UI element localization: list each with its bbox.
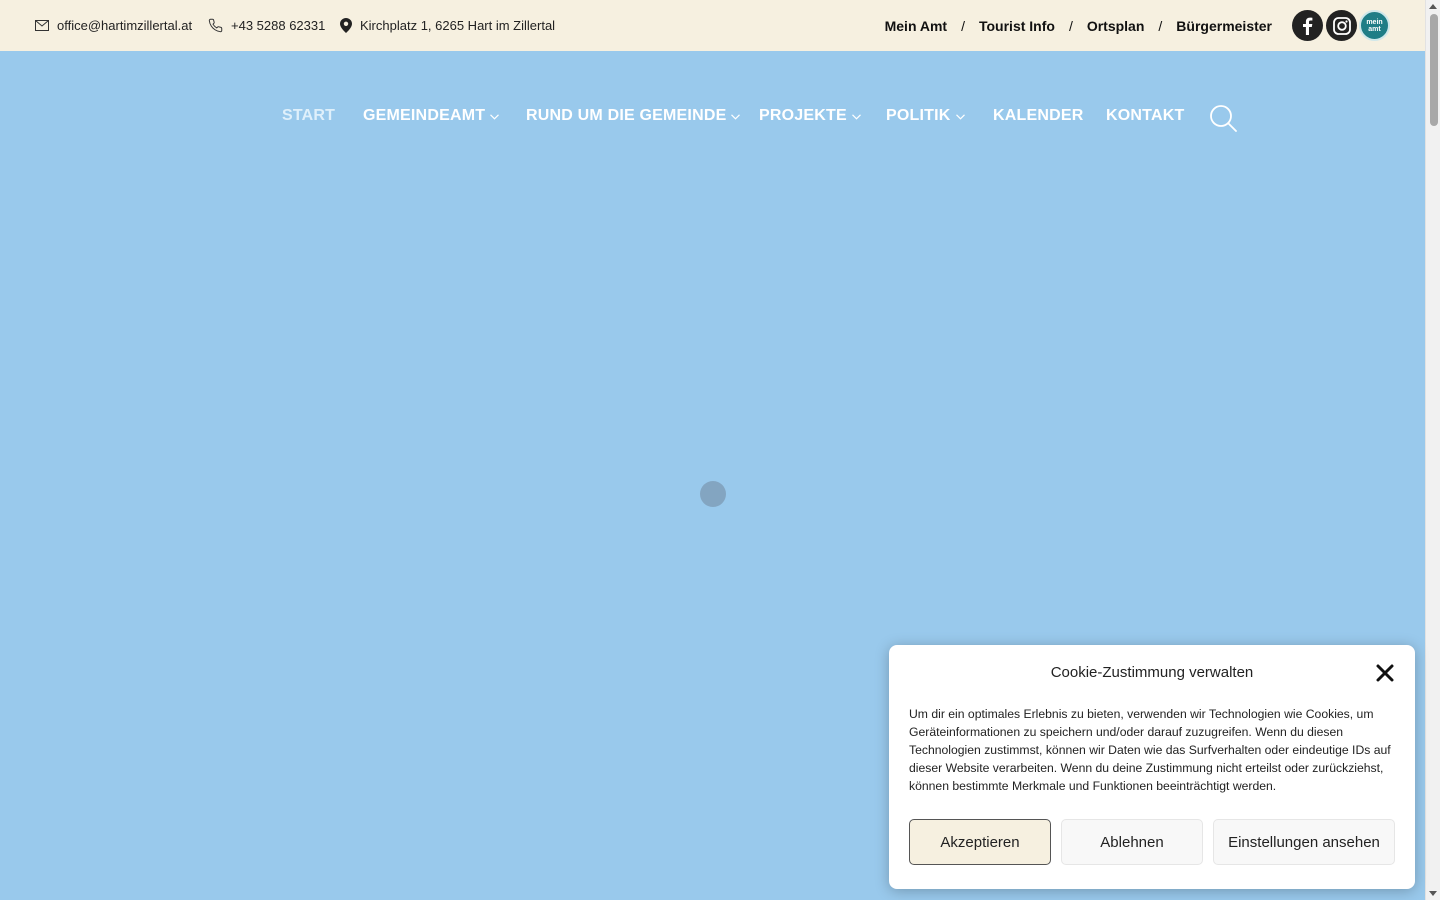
- phone-text: +43 5288 62331: [231, 18, 326, 33]
- top-links: Mein Amt / Tourist Info / Ortsplan / Bür…: [885, 0, 1272, 51]
- scroll-up-arrow[interactable]: [1429, 4, 1437, 9]
- facebook-button[interactable]: [1292, 10, 1323, 41]
- top-bar: office@hartimzillertal.at +43 5288 62331…: [0, 0, 1425, 51]
- loading-indicator: [700, 481, 726, 507]
- nav-item-gemeindeamt[interactable]: GEMEINDEAMT: [363, 95, 500, 137]
- map-pin-icon: [340, 18, 352, 33]
- nav-item-kalender[interactable]: KALENDER: [993, 95, 1084, 137]
- link-separator: /: [961, 17, 965, 34]
- instagram-icon: [1332, 16, 1351, 35]
- link-separator: /: [1068, 17, 1073, 34]
- cookie-consent-dialog: Cookie-Zustimmung verwalten Um dir ein o…: [889, 645, 1415, 889]
- nav-item-politik[interactable]: POLITIK: [886, 95, 965, 137]
- top-link-ortsplan[interactable]: Ortsplan: [1087, 18, 1145, 34]
- nav-item-label: PROJEKTE: [759, 107, 847, 124]
- reject-button[interactable]: Ablehnen: [1061, 819, 1203, 865]
- mein-amt-button[interactable]: mein amt: [1359, 10, 1390, 41]
- address-text: Kirchplatz 1, 6265 Hart im Zillertal: [360, 18, 556, 33]
- accept-button[interactable]: Akzeptieren: [909, 819, 1051, 865]
- chevron-down-icon: [490, 114, 500, 120]
- view-settings-button[interactable]: Einstellungen ansehen: [1213, 819, 1395, 865]
- scroll-thumb[interactable]: [1430, 14, 1438, 126]
- close-button[interactable]: [1375, 663, 1395, 683]
- search-button[interactable]: [1208, 103, 1238, 133]
- nav-item-label: KONTAKT: [1106, 107, 1185, 124]
- nav-item-rund-um-die-gemeinde[interactable]: RUND UM DIE GEMEINDE: [526, 95, 741, 137]
- phone-icon: [208, 18, 223, 33]
- scrollbar[interactable]: [1425, 0, 1440, 900]
- email-link[interactable]: office@hartimzillertal.at: [35, 0, 192, 51]
- nav-item-projekte[interactable]: PROJEKTE: [759, 95, 861, 137]
- instagram-button[interactable]: [1326, 10, 1357, 41]
- top-link-mein-amt[interactable]: Mein Amt: [885, 18, 947, 34]
- nav-item-label: POLITIK: [886, 107, 951, 124]
- top-link-buergermeister[interactable]: Bürgermeister: [1176, 18, 1272, 34]
- mein-amt-text-2: amt: [1368, 25, 1381, 33]
- facebook-icon: [1303, 17, 1313, 35]
- link-separator: /: [1158, 17, 1163, 34]
- scroll-down-arrow[interactable]: [1429, 891, 1437, 896]
- mein-amt-text-1: mein: [1366, 18, 1383, 26]
- top-link-tourist-info[interactable]: Tourist Info: [979, 18, 1055, 34]
- nav-item-label: GEMEINDEAMT: [363, 107, 486, 124]
- nav-item-label: RUND UM DIE GEMEINDE: [526, 107, 727, 124]
- nav-item-label: KALENDER: [993, 107, 1084, 124]
- email-text: office@hartimzillertal.at: [57, 18, 193, 33]
- chevron-down-icon: [955, 114, 965, 120]
- chevron-down-icon: [731, 114, 741, 120]
- nav-item-start[interactable]: START: [282, 95, 335, 137]
- close-icon: [1376, 664, 1394, 682]
- cookie-title: Cookie-Zustimmung verwalten: [1050, 664, 1254, 681]
- cookie-description: Um dir ein optimales Erlebnis zu bieten,…: [909, 707, 1391, 793]
- mein-amt-icon: mein amt: [1366, 19, 1382, 33]
- chevron-down-icon: [851, 114, 861, 120]
- nav-item-label: START: [282, 107, 336, 124]
- search-icon: [1210, 105, 1237, 132]
- phone-link[interactable]: +43 5288 62331: [208, 0, 325, 51]
- mail-icon: [35, 20, 49, 31]
- nav-item-kontakt[interactable]: KONTAKT: [1106, 95, 1184, 137]
- address-link[interactable]: Kirchplatz 1, 6265 Hart im Zillertal: [340, 0, 555, 51]
